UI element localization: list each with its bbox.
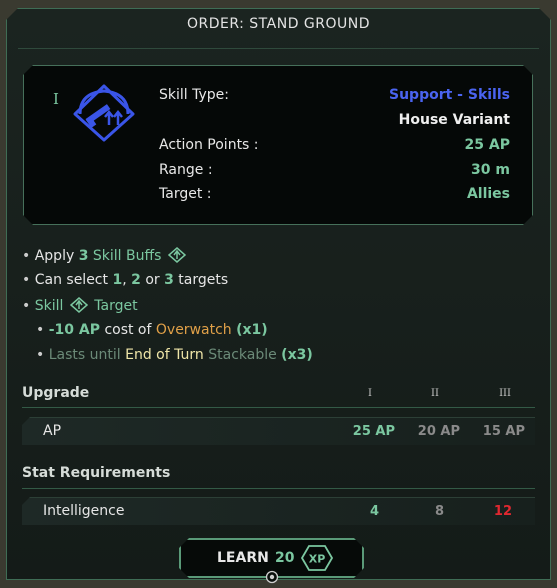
bullet: •	[22, 248, 31, 264]
upgrade-col-3: III	[499, 388, 511, 399]
intelligence-row: Intelligence 4 8 12	[22, 497, 535, 525]
intelligence-rank-3: 12	[493, 504, 512, 519]
bullet: •	[22, 298, 31, 314]
upgrade-ap-rank-1: 25 AP	[352, 424, 395, 439]
buff-tag: Skill Buffs	[92, 248, 162, 264]
upgrade-divider	[22, 407, 535, 408]
skill-type-row: Skill Type: Support - Skills	[159, 87, 510, 103]
upgrade-ap-rank-2: 20 AP	[417, 424, 460, 439]
effect-line-duration: • Lasts until End of Turn Stackable (x3)	[36, 347, 313, 363]
effect-line-apply: • Apply 3 Skill Buffs	[22, 247, 188, 264]
effect-line-skill-target: • Skill Target	[22, 297, 138, 314]
intelligence-rank-1: 4	[369, 504, 379, 519]
range-value: 30 m	[471, 162, 510, 178]
multiplier: (x1)	[236, 322, 268, 338]
effect-line-targets: • Can select 1, 2 or 3 targets	[22, 272, 228, 288]
xp-icon: XP	[301, 544, 333, 572]
cost-of-text: cost of	[104, 322, 152, 338]
target-count-2: 2	[131, 272, 141, 288]
panel-title: ORDER: STAND GROUND	[186, 16, 371, 32]
action-points-label: Action Points :	[159, 137, 259, 153]
target-row: Target : Allies	[159, 186, 510, 202]
ap-reduction: -10 AP	[48, 322, 100, 338]
target-count-1: 1	[112, 272, 123, 288]
title-divider	[18, 48, 539, 49]
target-count-3: 3	[164, 272, 174, 288]
learn-cost: 20	[275, 550, 295, 566]
skill-type-label: Skill Type:	[159, 87, 229, 103]
intelligence-rank-2: 8	[434, 504, 444, 519]
action-points-row: Action Points : 25 AP	[159, 137, 510, 153]
separator: ,	[122, 272, 127, 288]
end-of-turn: End of Turn	[125, 347, 204, 363]
skill-tag: Skill	[34, 298, 64, 314]
upgrade-ap-rank-3: 15 AP	[482, 424, 525, 439]
target-label: Target :	[159, 186, 212, 202]
target-value: Allies	[466, 186, 510, 202]
effect-text: Apply	[34, 248, 75, 264]
action-points-value: 25 AP	[464, 137, 510, 153]
target-tag: Target	[94, 298, 138, 314]
support-arrow-icon	[69, 297, 88, 313]
upgrade-col-2: II	[431, 388, 439, 399]
variant-row: House Variant	[159, 112, 510, 128]
support-arrow-icon	[167, 247, 186, 263]
stat-requirements-heading: Stat Requirements	[22, 465, 171, 481]
or-text: or	[145, 272, 160, 288]
upgrade-col-1: I	[368, 388, 372, 399]
effect-text: Can select	[34, 272, 108, 288]
bullet: •	[36, 347, 45, 363]
support-skill-icon	[73, 84, 135, 142]
targets-text: targets	[178, 272, 229, 288]
variant-value: House Variant	[398, 112, 510, 128]
buff-count: 3	[78, 248, 89, 264]
skill-type-value: Support - Skills	[389, 87, 510, 103]
overwatch-skill: Overwatch	[155, 322, 232, 338]
learn-label: LEARN	[217, 550, 269, 566]
stackable-text: Stackable	[208, 347, 277, 363]
bullet: •	[36, 322, 45, 338]
range-row: Range : 30 m	[159, 162, 510, 178]
upgrade-heading: Upgrade	[22, 385, 90, 401]
upgrade-ap-label: AP	[43, 423, 62, 439]
effect-line-overwatch: • -10 AP cost of Overwatch (x1)	[36, 322, 268, 338]
xp-unit: XP	[309, 553, 326, 566]
bullet: •	[22, 272, 31, 288]
stat-divider	[22, 488, 535, 489]
focus-indicator-icon	[265, 570, 279, 584]
range-label: Range :	[159, 162, 213, 178]
intelligence-label: Intelligence	[43, 503, 125, 519]
stack-multiplier: (x3)	[281, 347, 313, 363]
lasts-until-text: Lasts until	[48, 347, 121, 363]
upgrade-ap-row: AP 25 AP 20 AP 15 AP	[22, 417, 535, 445]
skill-rank: I	[53, 90, 59, 108]
